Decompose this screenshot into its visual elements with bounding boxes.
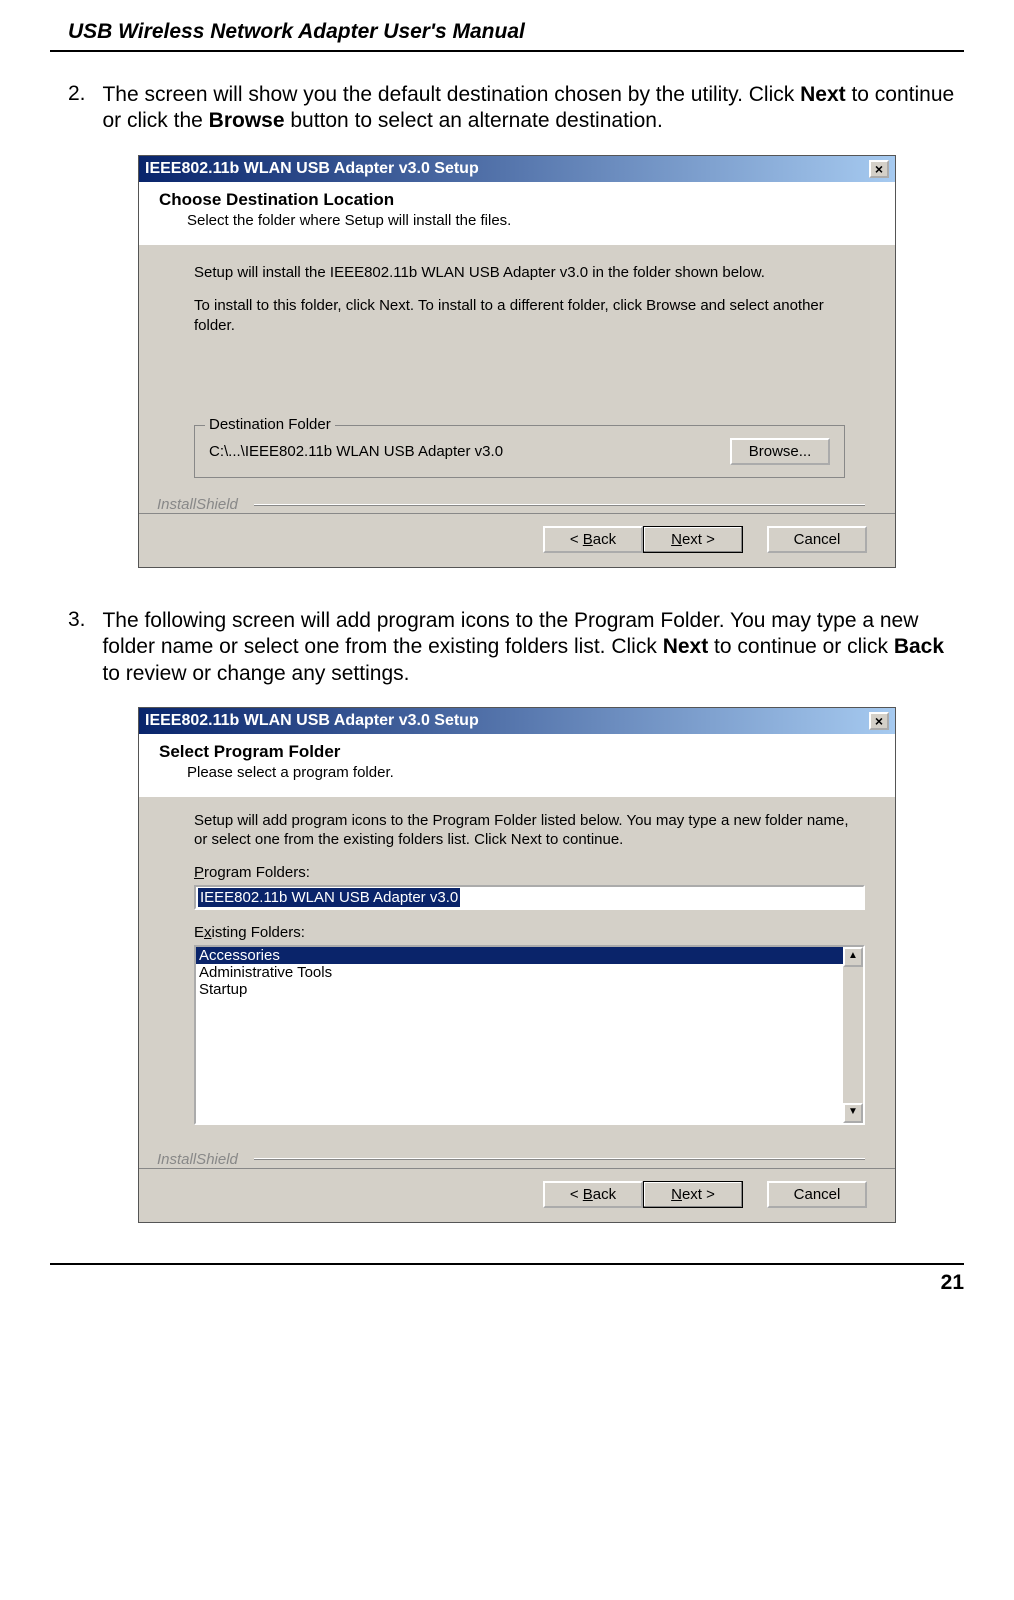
- instruction-text: Setup will add program icons to the Prog…: [194, 811, 865, 850]
- list-item[interactable]: Administrative Tools: [196, 964, 863, 981]
- step-number: 2.: [68, 82, 98, 106]
- destination-folder-group: Destination Folder C:\...\IEEE802.11b WL…: [194, 425, 845, 478]
- step-text: The screen will show you the default des…: [102, 82, 958, 135]
- instruction-text: Setup will install the IEEE802.11b WLAN …: [194, 263, 865, 283]
- back-button[interactable]: < Back: [543, 1181, 643, 1208]
- header-panel: Choose Destination Location Select the f…: [139, 182, 895, 245]
- step-2: 2. The screen will show you the default …: [50, 82, 964, 135]
- close-button[interactable]: ×: [869, 712, 889, 730]
- list-item[interactable]: Startup: [196, 981, 863, 998]
- button-bar: < Back Next > Cancel: [139, 1168, 895, 1222]
- instruction-text: To install to this folder, click Next. T…: [194, 296, 865, 335]
- page-header: USB Wireless Network Adapter User's Manu…: [50, 20, 964, 52]
- installer-dialog-destination: IEEE802.11b WLAN USB Adapter v3.0 Setup …: [138, 155, 896, 569]
- scroll-up-icon[interactable]: ▲: [843, 947, 863, 967]
- program-folder-input[interactable]: IEEE802.11b WLAN USB Adapter v3.0: [194, 885, 865, 910]
- cancel-button[interactable]: Cancel: [767, 1181, 867, 1208]
- cancel-button[interactable]: Cancel: [767, 526, 867, 553]
- window-title: IEEE802.11b WLAN USB Adapter v3.0 Setup: [145, 712, 479, 730]
- window-title: IEEE802.11b WLAN USB Adapter v3.0 Setup: [145, 160, 479, 178]
- titlebar: IEEE802.11b WLAN USB Adapter v3.0 Setup …: [139, 156, 895, 182]
- program-folders-label: Program Folders:: [194, 864, 865, 881]
- installshield-label: InstallShield: [157, 1151, 238, 1168]
- browse-button[interactable]: Browse...: [730, 438, 830, 465]
- scrollbar[interactable]: ▲ ▼: [843, 947, 863, 1123]
- step-text: The following screen will add program ic…: [102, 608, 958, 687]
- group-legend: Destination Folder: [205, 416, 335, 433]
- dialog-subheading: Select the folder where Setup will insta…: [187, 212, 865, 229]
- destination-path: C:\...\IEEE802.11b WLAN USB Adapter v3.0: [209, 443, 503, 460]
- dialog-heading: Select Program Folder: [159, 742, 865, 762]
- dialog-subheading: Please select a program folder.: [187, 764, 865, 781]
- header-panel: Select Program Folder Please select a pr…: [139, 734, 895, 797]
- existing-folders-list[interactable]: Accessories Administrative Tools Startup…: [194, 945, 865, 1125]
- dialog-heading: Choose Destination Location: [159, 190, 865, 210]
- next-button[interactable]: Next >: [643, 526, 743, 553]
- step-number: 3.: [68, 608, 98, 632]
- next-button[interactable]: Next >: [643, 1181, 743, 1208]
- list-item[interactable]: Accessories: [196, 947, 863, 964]
- button-bar: < Back Next > Cancel: [139, 513, 895, 567]
- content-panel: Setup will add program icons to the Prog…: [139, 797, 895, 1145]
- close-button[interactable]: ×: [869, 160, 889, 178]
- step-3: 3. The following screen will add program…: [50, 608, 964, 687]
- scroll-down-icon[interactable]: ▼: [843, 1103, 863, 1123]
- content-panel: Setup will install the IEEE802.11b WLAN …: [139, 245, 895, 491]
- titlebar: IEEE802.11b WLAN USB Adapter v3.0 Setup …: [139, 708, 895, 734]
- installshield-label: InstallShield: [157, 496, 238, 513]
- installer-dialog-program-folder: IEEE802.11b WLAN USB Adapter v3.0 Setup …: [138, 707, 896, 1223]
- back-button[interactable]: < Back: [543, 526, 643, 553]
- existing-folders-label: Existing Folders:: [194, 924, 865, 941]
- page-number: 21: [50, 1263, 964, 1295]
